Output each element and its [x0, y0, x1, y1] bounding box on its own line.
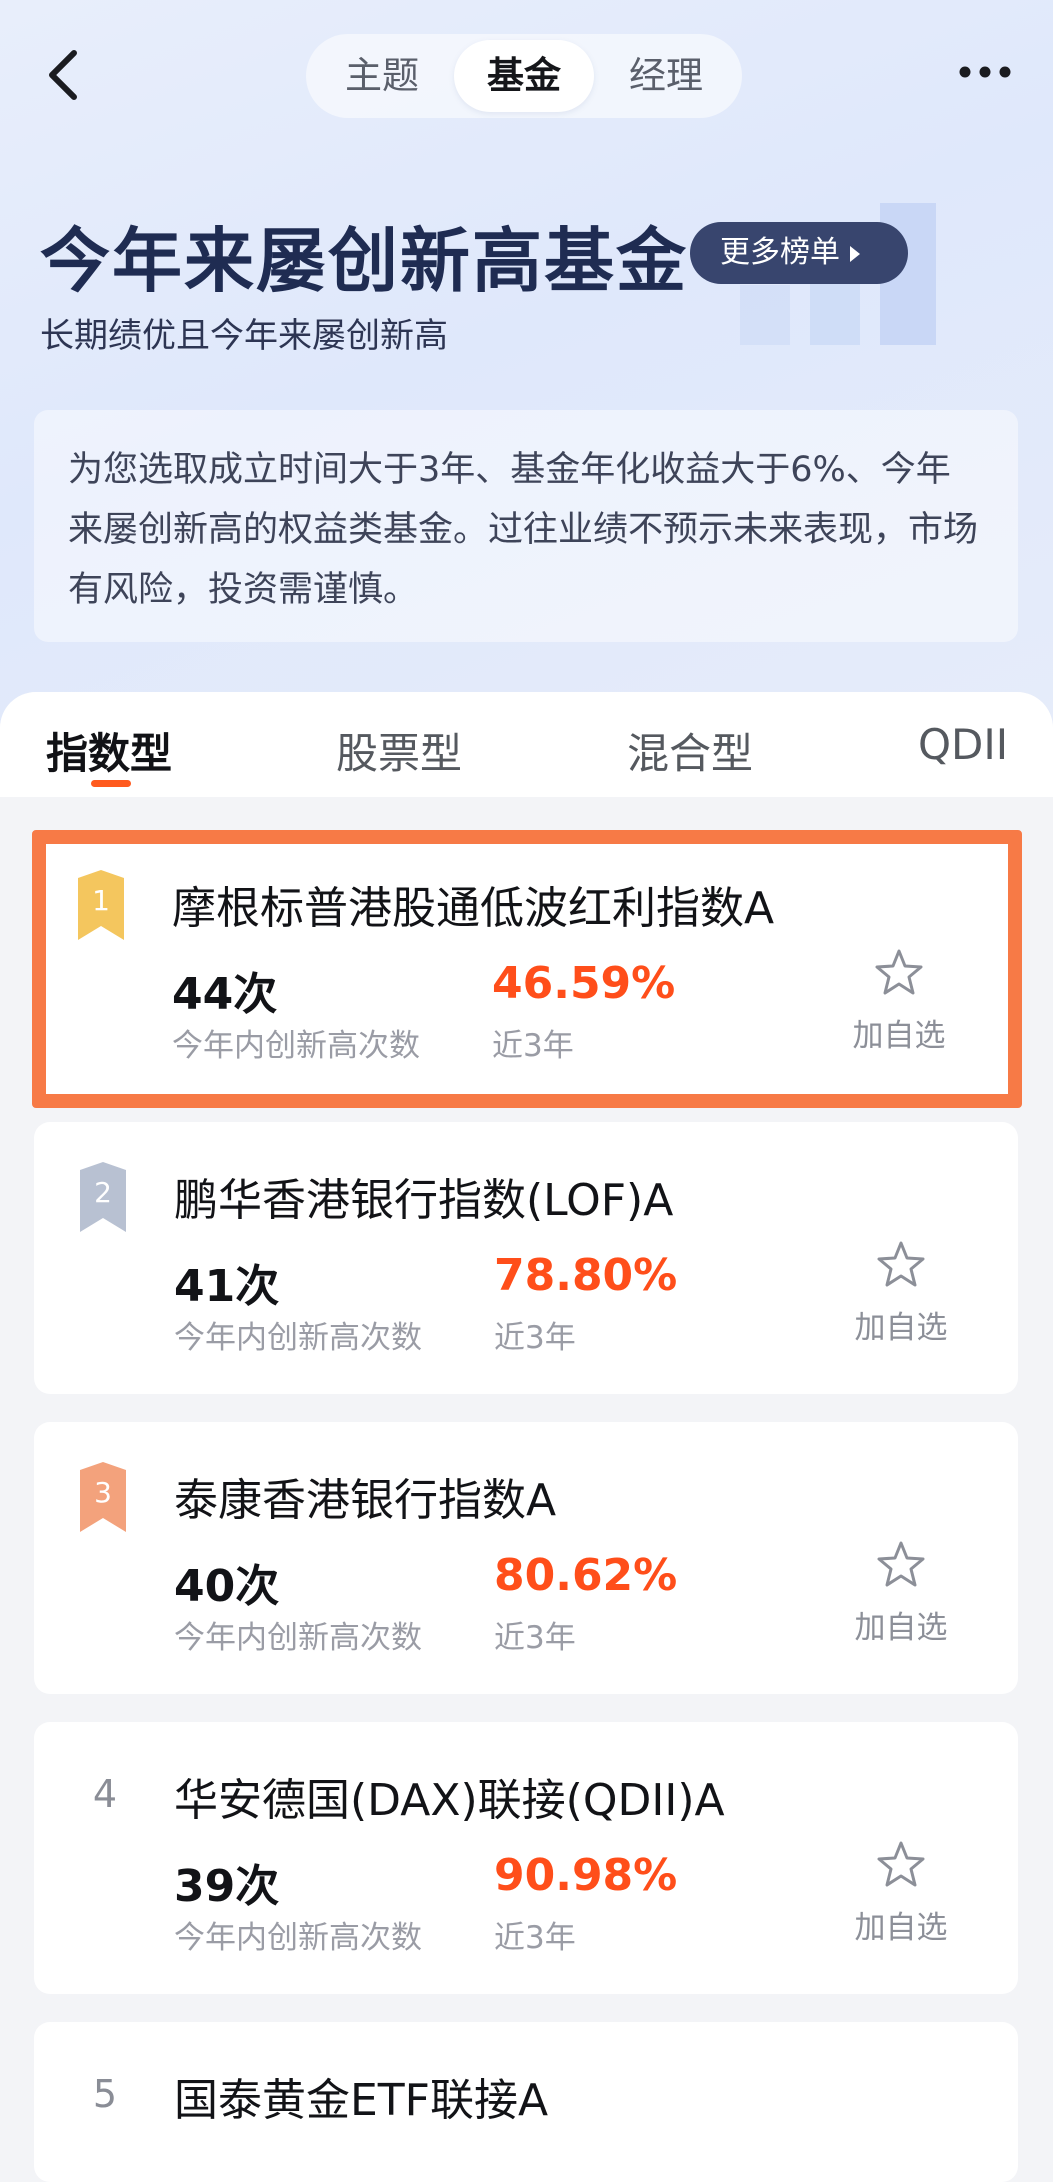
category-tabs: 指数型 股票型 混合型 QDII [0, 692, 1053, 797]
star-icon[interactable] [876, 1840, 926, 1890]
description-box: 为您选取成立时间大于3年、基金年化收益大于6%、今年来屡创新高的权益类基金。过往… [34, 410, 1018, 642]
segment-control: 主题 基金 经理 [306, 34, 742, 118]
fund-list-panel: 指数型 股票型 混合型 QDII 1 摩根标普港股通低波红利指数A 44次 今年… [0, 692, 1053, 2182]
fund-card[interactable]: 2 鹏华香港银行指数(LOF)A 41次 今年内创新高次数 78.80% 近3年… [34, 1122, 1018, 1394]
fund-name: 泰康香港银行指数A [174, 1475, 557, 1526]
new-high-count-label: 今年内创新高次数 [172, 1028, 420, 1064]
fund-name: 鹏华香港银行指数(LOF)A [174, 1175, 674, 1226]
fund-name: 摩根标普港股通低波红利指数A [172, 883, 775, 934]
three-year-return-label: 近3年 [492, 1028, 574, 1064]
rank-number: 5 [92, 2072, 118, 2116]
add-watchlist-button[interactable]: 加自选 [846, 1902, 956, 1947]
fund-name: 国泰黄金ETF联接A [174, 2075, 549, 2126]
segment-fund[interactable]: 基金 [454, 40, 594, 112]
new-high-count: 41次 [174, 1261, 280, 1312]
back-arrow-icon[interactable] [40, 45, 90, 105]
three-year-return: 90.98% [494, 1850, 678, 1901]
tab-index[interactable]: 指数型 [46, 720, 172, 781]
tab-mixed[interactable]: 混合型 [627, 720, 753, 781]
segment-manager[interactable]: 经理 [596, 40, 736, 112]
fund-card[interactable]: 4 华安德国(DAX)联接(QDII)A 39次 今年内创新高次数 90.98%… [34, 1722, 1018, 1994]
more-lists-label: 更多榜单 [720, 235, 840, 270]
silver-medal-icon: 2 [80, 1162, 126, 1232]
more-options-icon[interactable] [955, 52, 1015, 92]
star-icon[interactable] [876, 1540, 926, 1590]
three-year-return: 78.80% [494, 1250, 678, 1301]
new-high-count: 40次 [174, 1561, 280, 1612]
rank-number: 2 [94, 1176, 112, 1209]
gold-medal-icon: 1 [78, 870, 124, 940]
new-high-count-label: 今年内创新高次数 [174, 1920, 422, 1956]
fund-card[interactable]: 5 国泰黄金ETF联接A [34, 2022, 1018, 2182]
three-year-return: 80.62% [494, 1550, 678, 1601]
active-tab-indicator [91, 780, 131, 787]
new-high-count-label: 今年内创新高次数 [174, 1620, 422, 1656]
top-bar: 主题 基金 经理 [0, 0, 1053, 150]
page-subtitle: 长期绩优且今年来屡创新高 [40, 316, 448, 356]
three-year-return-label: 近3年 [494, 1620, 576, 1656]
add-watchlist-button[interactable]: 加自选 [846, 1302, 956, 1347]
bronze-medal-icon: 3 [80, 1462, 126, 1532]
fund-card[interactable]: 1 摩根标普港股通低波红利指数A 44次 今年内创新高次数 46.59% 近3年… [32, 830, 1022, 1108]
segment-theme[interactable]: 主题 [312, 40, 452, 112]
add-watchlist-button[interactable]: 加自选 [844, 1010, 954, 1055]
tab-stock[interactable]: 股票型 [336, 720, 462, 781]
three-year-return-label: 近3年 [494, 1320, 576, 1356]
add-watchlist-button[interactable]: 加自选 [846, 1602, 956, 1647]
three-year-return: 46.59% [492, 958, 676, 1009]
description-text: 为您选取成立时间大于3年、基金年化收益大于6%、今年来屡创新高的权益类基金。过往… [68, 450, 979, 610]
page-title: 今年来屡创新高基金 [40, 220, 688, 302]
rank-number: 1 [92, 884, 110, 917]
rank-number: 4 [92, 1772, 118, 1816]
chevron-right-icon [850, 245, 860, 262]
fund-card[interactable]: 3 泰康香港银行指数A 40次 今年内创新高次数 80.62% 近3年 加自选 [34, 1422, 1018, 1694]
hero-header: 主题 基金 经理 今年来屡创新高基金 更多榜单 长期绩优且今年来屡创新高 为您选… [0, 0, 1053, 760]
three-year-return-label: 近3年 [494, 1920, 576, 1956]
rank-number: 3 [94, 1476, 112, 1509]
new-high-count: 44次 [172, 969, 278, 1020]
new-high-count: 39次 [174, 1861, 280, 1912]
star-icon[interactable] [876, 1240, 926, 1290]
new-high-count-label: 今年内创新高次数 [174, 1320, 422, 1356]
star-icon[interactable] [874, 948, 924, 998]
tab-qdii[interactable]: QDII [918, 720, 1008, 769]
fund-name: 华安德国(DAX)联接(QDII)A [174, 1775, 725, 1826]
more-lists-button[interactable]: 更多榜单 [690, 222, 908, 284]
